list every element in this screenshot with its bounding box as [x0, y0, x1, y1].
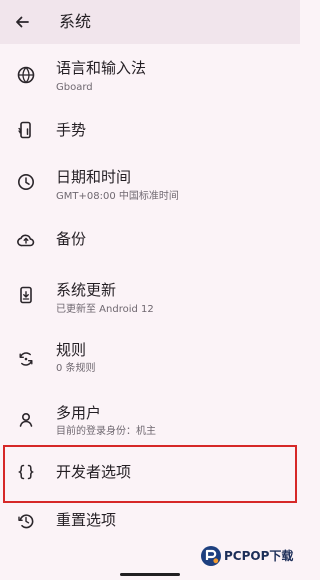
setting-item-multiple-users[interactable]: 多用户 目前的登录身份：机主 — [0, 399, 300, 445]
setting-item-subtitle: 0 条规则 — [56, 363, 96, 374]
watermark-text: PCPOP下载 — [224, 549, 294, 563]
rules-icon — [16, 349, 36, 369]
setting-item-subtitle: Gboard — [56, 82, 93, 93]
clock-icon — [16, 172, 36, 192]
setting-item-subtitle: 已更新至 Android 12 — [56, 304, 154, 315]
pcpop-watermark: PCPOP下载 — [200, 539, 294, 571]
setting-item-label: 规则 — [56, 341, 87, 359]
page-title: 系统 — [59, 12, 92, 31]
gesture-phone-icon — [16, 120, 36, 140]
setting-item-label: 重置选项 — [56, 511, 117, 529]
setting-item-label: 手势 — [56, 121, 87, 139]
setting-item-label: 系统更新 — [56, 281, 117, 299]
setting-item-label: 语言和输入法 — [56, 59, 147, 77]
cloud-backup-icon — [16, 230, 36, 250]
top-app-bar: 系统 — [0, 0, 300, 44]
setting-item-label: 备份 — [56, 230, 87, 248]
globe-icon — [16, 65, 36, 85]
setting-item-subtitle: GMT+08:00 中国标准时间 — [56, 191, 179, 202]
system-update-icon — [16, 285, 36, 305]
reset-history-icon — [16, 511, 36, 531]
setting-item-subtitle: 目前的登录身份：机主 — [56, 426, 156, 437]
settings-system-screen: 系统 语言和输入法 Gboard 手势 日期和时间 GMT+08:00 中国标准… — [0, 0, 300, 580]
setting-item-date-time[interactable]: 日期和时间 GMT+08:00 中国标准时间 — [0, 159, 300, 205]
watermark-logo-icon — [201, 546, 221, 566]
developer-options-highlight — [3, 445, 297, 503]
setting-item-label: 多用户 — [56, 404, 102, 422]
setting-item-reset-options[interactable]: 重置选项 — [0, 503, 300, 541]
gesture-nav-handle[interactable] — [120, 573, 180, 576]
setting-item-system-update[interactable]: 系统更新 已更新至 Android 12 — [0, 272, 300, 318]
setting-item-language-input[interactable]: 语言和输入法 Gboard — [0, 52, 300, 98]
back-button[interactable] — [8, 8, 36, 36]
back-arrow-icon — [16, 16, 29, 28]
setting-item-label: 日期和时间 — [56, 168, 132, 186]
setting-item-rules[interactable]: 规则 0 条规则 — [0, 336, 300, 382]
setting-item-gestures[interactable]: 手势 — [0, 109, 300, 151]
setting-item-backup[interactable]: 备份 — [0, 221, 300, 259]
user-icon — [16, 410, 36, 430]
